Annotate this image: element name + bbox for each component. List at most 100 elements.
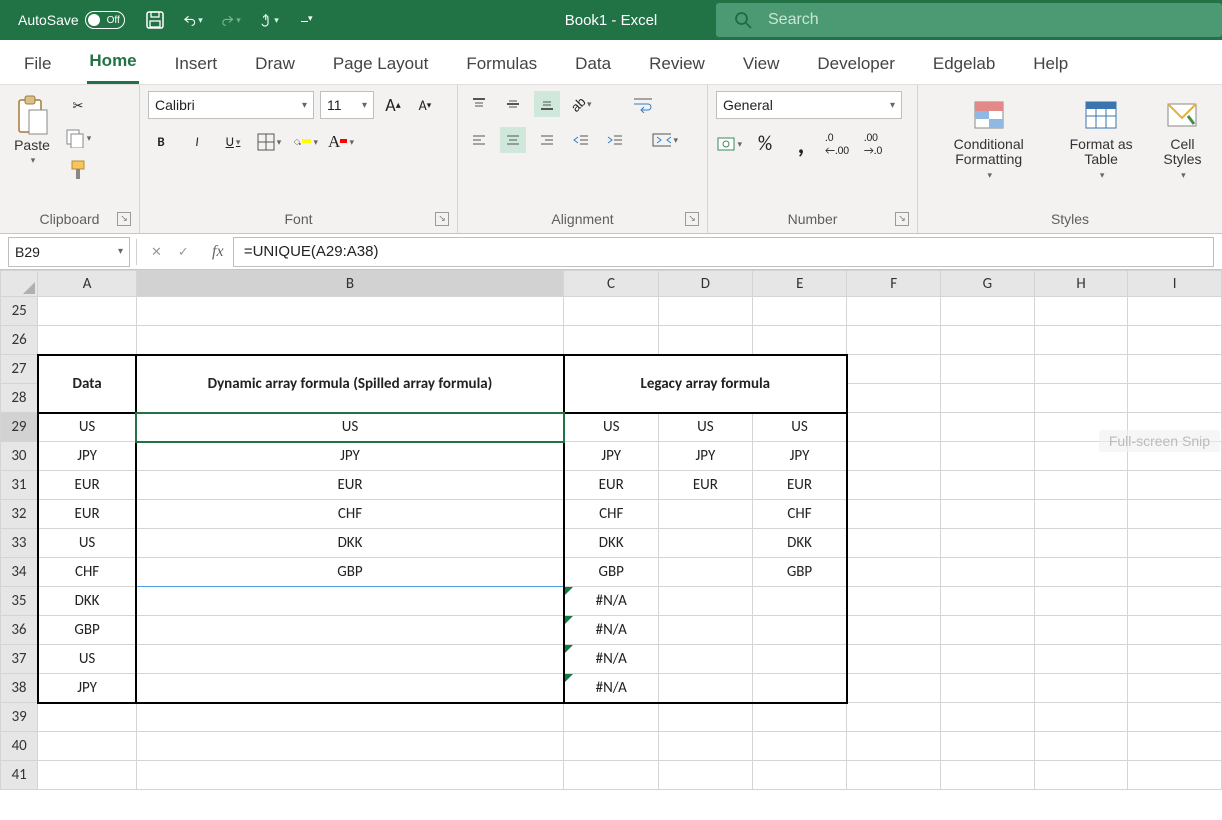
row-header[interactable]: 36 bbox=[1, 616, 38, 645]
formula-input[interactable]: =UNIQUE(A29:A38) bbox=[233, 237, 1214, 267]
font-color-button[interactable]: A▾ bbox=[328, 129, 354, 155]
fx-icon[interactable]: fx bbox=[203, 243, 233, 261]
col-header-D[interactable]: D bbox=[658, 271, 752, 297]
redo-icon[interactable]: ▾ bbox=[221, 10, 241, 30]
italic-button[interactable]: I bbox=[184, 129, 210, 155]
select-all-corner[interactable] bbox=[1, 271, 38, 297]
row-header[interactable]: 28 bbox=[1, 384, 38, 413]
align-right-button[interactable] bbox=[534, 127, 560, 153]
borders-button[interactable]: ▾ bbox=[256, 129, 282, 155]
tab-review[interactable]: Review bbox=[647, 46, 707, 84]
merge-center-button[interactable]: ▾ bbox=[652, 127, 678, 153]
row-header[interactable]: 41 bbox=[1, 761, 38, 790]
row-header[interactable]: 31 bbox=[1, 471, 38, 500]
bold-button[interactable]: B bbox=[148, 129, 174, 155]
tab-developer[interactable]: Developer bbox=[815, 46, 897, 84]
qat-customize-icon[interactable]: ⎯▾ bbox=[297, 10, 317, 30]
search-box[interactable]: Search bbox=[716, 3, 1222, 37]
number-dialog-launcher[interactable]: ↘ bbox=[895, 212, 909, 226]
tab-page-layout[interactable]: Page Layout bbox=[331, 46, 430, 84]
col-header-I[interactable]: I bbox=[1128, 271, 1222, 297]
increase-font-button[interactable]: A▴ bbox=[380, 92, 406, 118]
align-left-button[interactable] bbox=[466, 127, 492, 153]
col-header-F[interactable]: F bbox=[847, 271, 941, 297]
row-header[interactable]: 33 bbox=[1, 529, 38, 558]
cell-A27[interactable]: Data bbox=[38, 355, 136, 413]
alignment-dialog-launcher[interactable]: ↘ bbox=[685, 212, 699, 226]
decrease-decimal-button[interactable]: .00→.0 bbox=[860, 131, 886, 157]
row-header[interactable]: 40 bbox=[1, 732, 38, 761]
cell-B29[interactable]: US bbox=[136, 413, 563, 442]
cell-C27[interactable]: Legacy array formula bbox=[564, 355, 847, 413]
autosave-toggle[interactable]: AutoSave Off bbox=[18, 11, 125, 29]
copy-button[interactable]: ▾ bbox=[64, 125, 92, 151]
clipboard-dialog-launcher[interactable]: ↘ bbox=[117, 212, 131, 226]
col-header-B[interactable]: B bbox=[136, 271, 563, 297]
cut-button[interactable]: ✂ bbox=[64, 93, 92, 119]
align-top-button[interactable] bbox=[466, 91, 492, 117]
cell-styles-icon bbox=[1162, 95, 1202, 135]
format-as-table-button[interactable]: Format as Table▾ bbox=[1055, 91, 1146, 185]
tab-file[interactable]: File bbox=[22, 46, 53, 84]
row-header[interactable]: 27 bbox=[1, 355, 38, 384]
undo-icon[interactable]: ▾ bbox=[183, 10, 203, 30]
paste-button[interactable]: Paste ▾ bbox=[8, 91, 56, 170]
worksheet-grid[interactable]: A B C D E F G H I 25 26 27 Data Dynamic … bbox=[0, 270, 1222, 790]
name-box[interactable]: B29▾ bbox=[8, 237, 130, 267]
format-painter-button[interactable] bbox=[64, 157, 92, 183]
cell-E29[interactable]: US bbox=[753, 413, 847, 442]
align-middle-button[interactable] bbox=[500, 91, 526, 117]
row-header[interactable]: 34 bbox=[1, 558, 38, 587]
increase-decimal-button[interactable]: .0←.00 bbox=[824, 131, 850, 157]
col-header-C[interactable]: C bbox=[564, 271, 659, 297]
orientation-button[interactable]: ab▾ bbox=[568, 91, 594, 117]
save-icon[interactable] bbox=[145, 10, 165, 30]
tab-home[interactable]: Home bbox=[87, 43, 138, 84]
row-header[interactable]: 29 bbox=[1, 413, 38, 442]
row-header[interactable]: 35 bbox=[1, 587, 38, 616]
touch-mode-icon[interactable]: ▾ bbox=[259, 10, 279, 30]
col-header-A[interactable]: A bbox=[38, 271, 136, 297]
underline-button[interactable]: U▾ bbox=[220, 129, 246, 155]
conditional-formatting-button[interactable]: Conditional Formatting▾ bbox=[926, 91, 1051, 185]
fill-color-button[interactable]: ▾ bbox=[292, 129, 318, 155]
enter-formula-button[interactable]: ✓ bbox=[178, 244, 189, 260]
wrap-text-button[interactable] bbox=[630, 91, 656, 117]
row-header[interactable]: 26 bbox=[1, 326, 38, 355]
accounting-format-button[interactable]: ▾ bbox=[716, 131, 742, 157]
font-name-combo[interactable]: Calibri▾ bbox=[148, 91, 314, 119]
align-bottom-button[interactable] bbox=[534, 91, 560, 117]
cell-D29[interactable]: US bbox=[658, 413, 752, 442]
font-size-combo[interactable]: 11▾ bbox=[320, 91, 374, 119]
cell-B27[interactable]: Dynamic array formula (Spilled array for… bbox=[136, 355, 563, 413]
row-header[interactable]: 25 bbox=[1, 297, 38, 326]
tab-insert[interactable]: Insert bbox=[173, 46, 220, 84]
number-format-combo[interactable]: General▾ bbox=[716, 91, 902, 119]
font-dialog-launcher[interactable]: ↘ bbox=[435, 212, 449, 226]
cell-A29[interactable]: US bbox=[38, 413, 136, 442]
row-header[interactable]: 30 bbox=[1, 442, 38, 471]
tab-edgelab[interactable]: Edgelab bbox=[931, 46, 997, 84]
align-center-button[interactable] bbox=[500, 127, 526, 153]
row-header[interactable]: 39 bbox=[1, 703, 38, 732]
row-header[interactable]: 32 bbox=[1, 500, 38, 529]
decrease-font-button[interactable]: A▾ bbox=[412, 92, 438, 118]
cell-C29[interactable]: US bbox=[564, 413, 659, 442]
tab-formulas[interactable]: Formulas bbox=[464, 46, 539, 84]
tab-view[interactable]: View bbox=[741, 46, 782, 84]
comma-button[interactable]: , bbox=[788, 131, 814, 157]
row-header[interactable]: 37 bbox=[1, 645, 38, 674]
decrease-indent-button[interactable] bbox=[568, 127, 594, 153]
row-header[interactable]: 38 bbox=[1, 674, 38, 703]
cell-styles-button[interactable]: Cell Styles▾ bbox=[1151, 91, 1214, 185]
tab-help[interactable]: Help bbox=[1031, 46, 1070, 84]
col-header-G[interactable]: G bbox=[941, 271, 1035, 297]
cancel-formula-button[interactable]: ✕ bbox=[151, 244, 162, 260]
increase-indent-button[interactable] bbox=[602, 127, 628, 153]
col-header-H[interactable]: H bbox=[1034, 271, 1128, 297]
percent-button[interactable]: % bbox=[752, 131, 778, 157]
col-header-E[interactable]: E bbox=[753, 271, 847, 297]
tab-draw[interactable]: Draw bbox=[253, 46, 297, 84]
bucket-icon bbox=[292, 132, 302, 152]
tab-data[interactable]: Data bbox=[573, 46, 613, 84]
